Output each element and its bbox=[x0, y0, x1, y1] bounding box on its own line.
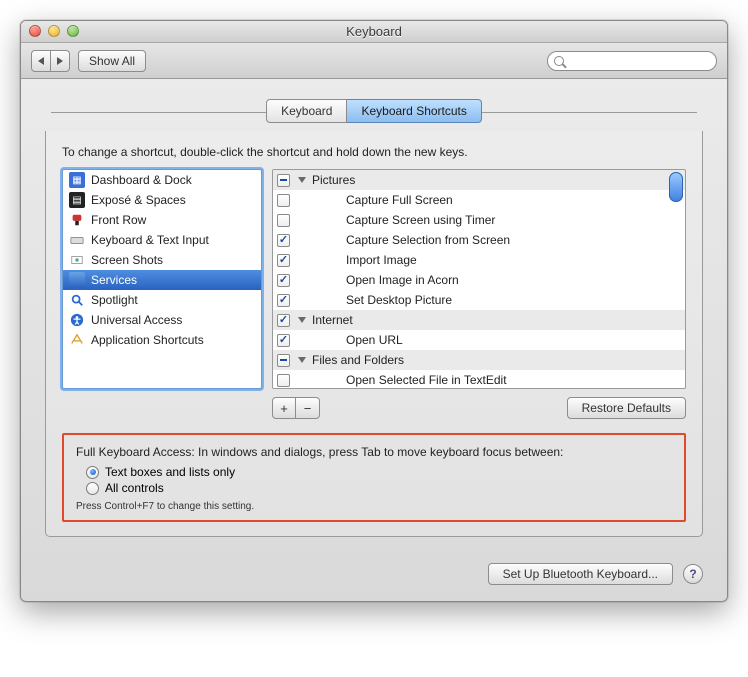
group-label: Internet bbox=[312, 313, 353, 327]
search-input[interactable] bbox=[568, 55, 710, 67]
service-label: Capture Full Screen bbox=[320, 193, 453, 207]
toolbar: Show All bbox=[21, 43, 727, 79]
category-label: Exposé & Spaces bbox=[91, 193, 186, 207]
radio-label: All controls bbox=[105, 481, 164, 495]
add-remove-segment: + − bbox=[272, 397, 320, 419]
radio-all-controls[interactable]: All controls bbox=[86, 481, 672, 495]
scrollbar-thumb[interactable] bbox=[669, 172, 683, 202]
checkbox[interactable] bbox=[277, 294, 290, 307]
search-icon bbox=[554, 56, 564, 66]
minimize-button[interactable] bbox=[48, 25, 60, 37]
category-label: Front Row bbox=[91, 213, 146, 227]
chevron-right-icon bbox=[57, 57, 63, 65]
service-group[interactable]: Internet bbox=[273, 310, 685, 330]
checkbox[interactable] bbox=[277, 334, 290, 347]
service-item[interactable]: Capture Full Screen bbox=[273, 190, 685, 210]
close-button[interactable] bbox=[29, 25, 41, 37]
back-button[interactable] bbox=[31, 50, 51, 72]
category-screenshots[interactable]: Screen Shots bbox=[63, 250, 261, 270]
chevron-left-icon bbox=[38, 57, 44, 65]
checkbox[interactable] bbox=[277, 274, 290, 287]
category-list[interactable]: ▦Dashboard & Dock▤Exposé & Spaces Front R… bbox=[62, 169, 262, 389]
category-expose[interactable]: ▤Exposé & Spaces bbox=[63, 190, 261, 210]
group-label: Files and Folders bbox=[312, 353, 404, 367]
show-all-button[interactable]: Show All bbox=[78, 50, 146, 72]
checkbox[interactable] bbox=[277, 354, 290, 367]
window-title: Keyboard bbox=[346, 24, 402, 39]
nav-back-forward bbox=[31, 50, 70, 72]
category-label: Application Shortcuts bbox=[91, 333, 204, 347]
service-item[interactable]: Import Image bbox=[273, 250, 685, 270]
bluetooth-keyboard-button[interactable]: Set Up Bluetooth Keyboard... bbox=[488, 563, 673, 585]
window-controls bbox=[29, 25, 79, 37]
service-group[interactable]: Pictures bbox=[273, 170, 685, 190]
group-label: Pictures bbox=[312, 173, 355, 187]
category-kti[interactable]: Keyboard & Text Input bbox=[63, 230, 261, 250]
remove-button[interactable]: − bbox=[296, 397, 320, 419]
service-group[interactable]: Files and Folders bbox=[273, 350, 685, 370]
category-ua[interactable]: Universal Access bbox=[63, 310, 261, 330]
disclosure-triangle-icon[interactable] bbox=[298, 317, 306, 323]
full-keyboard-access-section: Full Keyboard Access: In windows and dia… bbox=[62, 433, 686, 522]
kb-access-footnote: Press Control+F7 to change this setting. bbox=[76, 501, 672, 512]
category-label: Services bbox=[91, 273, 137, 287]
service-item[interactable]: Open Image in Acorn bbox=[273, 270, 685, 290]
tab-keyboard[interactable]: Keyboard bbox=[266, 99, 347, 123]
tabbar: Keyboard Keyboard Shortcuts bbox=[51, 99, 697, 123]
disclosure-triangle-icon[interactable] bbox=[298, 357, 306, 363]
search-field[interactable] bbox=[547, 51, 717, 71]
radio-label: Text boxes and lists only bbox=[105, 465, 235, 479]
service-item[interactable]: Set Desktop Picture bbox=[273, 290, 685, 310]
service-item[interactable]: Open URL bbox=[273, 330, 685, 350]
category-label: Keyboard & Text Input bbox=[91, 233, 209, 247]
service-label: Open URL bbox=[320, 333, 403, 347]
category-dashboard[interactable]: ▦Dashboard & Dock bbox=[63, 170, 261, 190]
instructions-text: To change a shortcut, double-click the s… bbox=[62, 145, 686, 159]
category-label: Screen Shots bbox=[91, 253, 163, 267]
bottom-bar: Set Up Bluetooth Keyboard... ? bbox=[21, 553, 727, 601]
category-spotlight[interactable]: Spotlight bbox=[63, 290, 261, 310]
service-label: Import Image bbox=[320, 253, 417, 267]
checkbox[interactable] bbox=[277, 214, 290, 227]
zoom-button[interactable] bbox=[67, 25, 79, 37]
checkbox[interactable] bbox=[277, 194, 290, 207]
preferences-window: Keyboard Show All Keyboard Keyboard Shor… bbox=[20, 20, 728, 602]
category-frontrow[interactable]: Front Row bbox=[63, 210, 261, 230]
shortcut-list[interactable]: Pictures Capture Full Screen Capture Scree… bbox=[272, 169, 686, 389]
disclosure-triangle-icon[interactable] bbox=[298, 177, 306, 183]
radio-text-boxes-only[interactable]: Text boxes and lists only bbox=[86, 465, 672, 479]
category-label: Universal Access bbox=[91, 313, 182, 327]
service-label: Capture Selection from Screen bbox=[320, 233, 510, 247]
category-appsc[interactable]: Application Shortcuts bbox=[63, 330, 261, 350]
help-button[interactable]: ? bbox=[683, 564, 703, 584]
tab-keyboard-shortcuts[interactable]: Keyboard Shortcuts bbox=[347, 99, 481, 123]
service-label: Set Desktop Picture bbox=[320, 293, 452, 307]
checkbox[interactable] bbox=[277, 314, 290, 327]
forward-button[interactable] bbox=[51, 50, 70, 72]
add-button[interactable]: + bbox=[272, 397, 296, 419]
service-item[interactable]: Capture Screen using Timer bbox=[273, 210, 685, 230]
category-label: Spotlight bbox=[91, 293, 138, 307]
radio-icon bbox=[86, 482, 99, 495]
titlebar: Keyboard bbox=[21, 21, 727, 43]
service-label: Open Image in Acorn bbox=[320, 273, 459, 287]
checkbox[interactable] bbox=[277, 174, 290, 187]
restore-defaults-button[interactable]: Restore Defaults bbox=[567, 397, 686, 419]
category-label: Dashboard & Dock bbox=[91, 173, 192, 187]
checkbox[interactable] bbox=[277, 374, 290, 387]
radio-icon bbox=[86, 466, 99, 479]
checkbox[interactable] bbox=[277, 234, 290, 247]
checkbox[interactable] bbox=[277, 254, 290, 267]
category-services[interactable]: Services bbox=[63, 270, 261, 290]
kb-access-heading: Full Keyboard Access: In windows and dia… bbox=[76, 445, 672, 459]
service-item[interactable]: Open Selected File in TextEdit bbox=[273, 370, 685, 388]
shortcuts-panel: To change a shortcut, double-click the s… bbox=[45, 131, 703, 537]
service-label: Open Selected File in TextEdit bbox=[320, 373, 507, 387]
service-item[interactable]: Capture Selection from Screen bbox=[273, 230, 685, 250]
service-label: Capture Screen using Timer bbox=[320, 213, 495, 227]
